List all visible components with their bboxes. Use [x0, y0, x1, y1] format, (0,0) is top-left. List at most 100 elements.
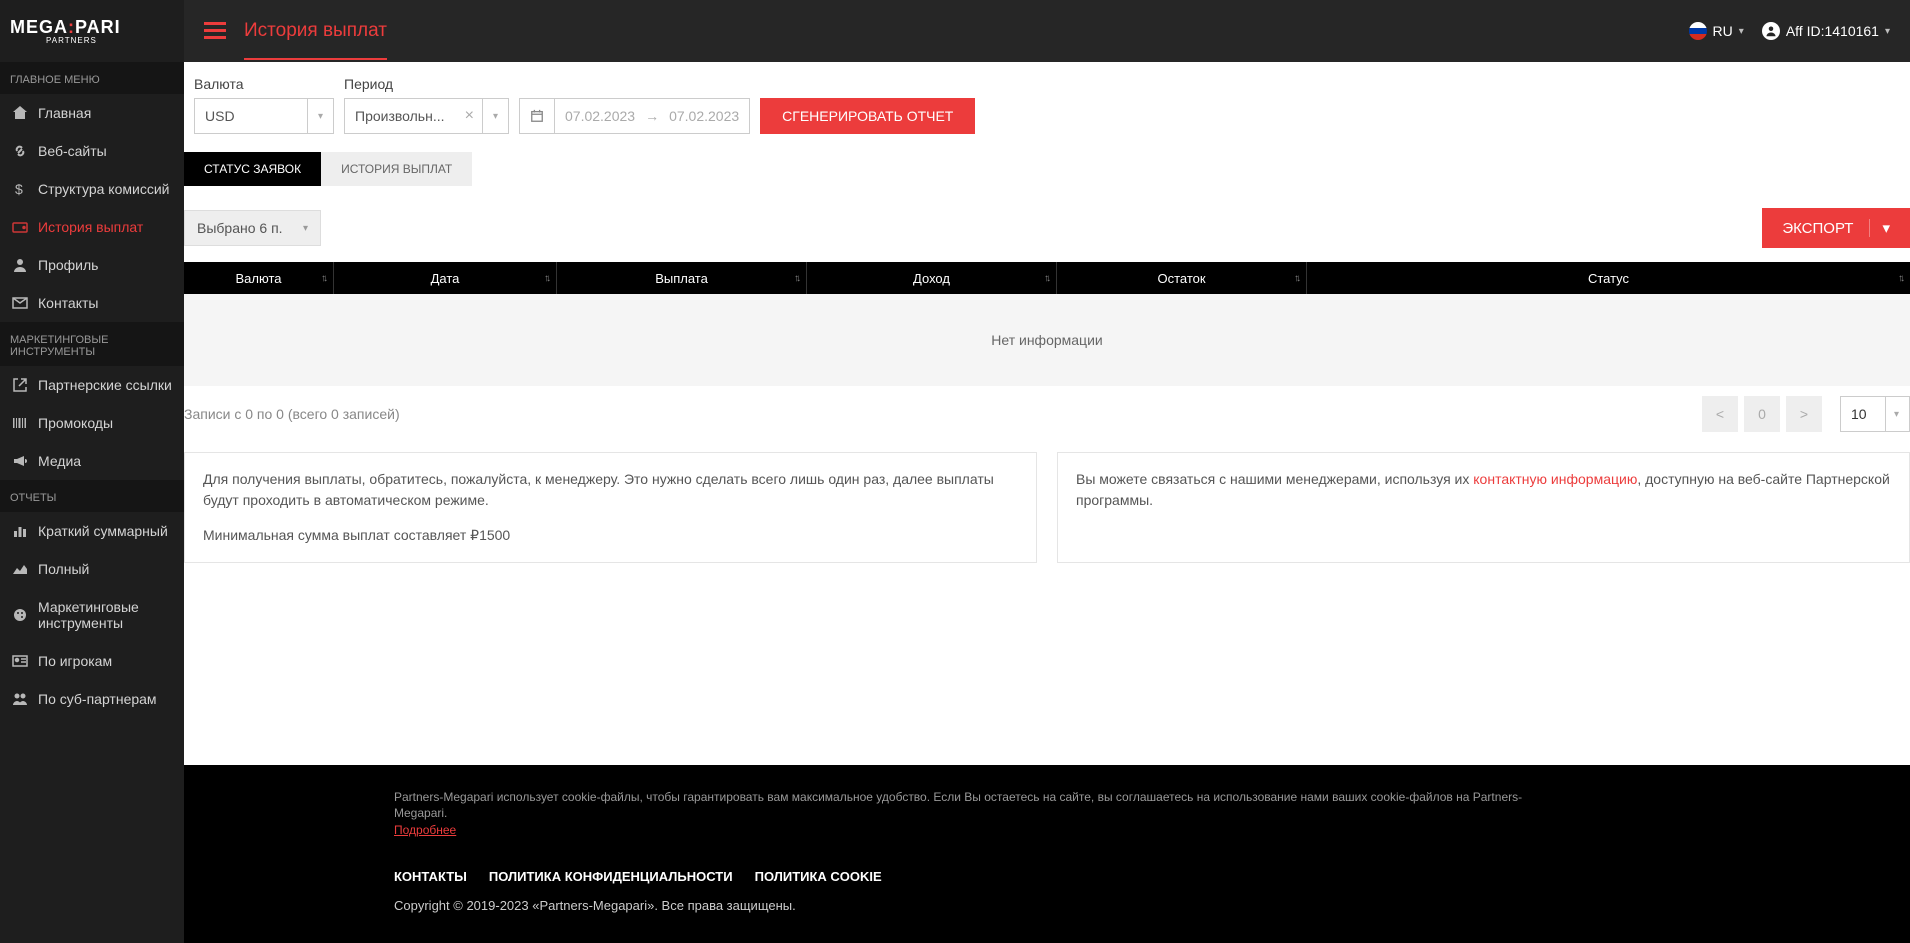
sidebar-item-label: История выплат [38, 219, 143, 235]
id-card-icon [12, 653, 28, 669]
wallet-icon [12, 219, 28, 235]
pagination-info: Записи с 0 по 0 (всего 0 записей) [184, 406, 400, 422]
language-label: RU [1713, 23, 1733, 39]
page-title: История выплат [244, 20, 387, 42]
chevron-down-icon: ▾ [1885, 26, 1890, 37]
sidebar-item-label: Краткий суммарный [38, 523, 168, 539]
sidebar-item-label: Профиль [38, 257, 98, 273]
sort-icon: ↑↓ [1294, 273, 1298, 284]
page-next-button[interactable]: > [1786, 396, 1822, 432]
chevron-down-icon: ▾ [482, 99, 498, 133]
logo[interactable]: MEGA:PARI PARTNERS [0, 0, 184, 62]
sidebar-item-players-report[interactable]: По игрокам [0, 642, 184, 680]
table-header-income[interactable]: Доход↑↓ [807, 262, 1057, 294]
footer-link-cookie-policy[interactable]: ПОЛИТИКА COOKIE [755, 869, 882, 884]
sidebar-item-label: Маркетинговые инструменты [38, 599, 172, 631]
sort-icon: ↑↓ [1898, 273, 1902, 284]
logo-main: MEGA [10, 17, 68, 37]
user-icon [1762, 22, 1780, 40]
info-panel-contact-managers: Вы можете связаться с нашими менеджерами… [1057, 452, 1910, 563]
table-header-date[interactable]: Дата↑↓ [334, 262, 557, 294]
sidebar-item-full-report[interactable]: Полный [0, 550, 184, 588]
home-icon [12, 105, 28, 121]
columns-select[interactable]: Выбрано 6 п. ▾ [184, 210, 321, 246]
page-size-select[interactable]: 10 ▾ [1840, 396, 1910, 432]
link-icon [12, 143, 28, 159]
table-header-balance[interactable]: Остаток↑↓ [1057, 262, 1307, 294]
cookie-notice: Partners-Megapari использует cookie-файл… [394, 789, 1544, 839]
no-data-message: Нет информации [184, 294, 1910, 386]
user-menu[interactable]: Aff ID:1410161 ▾ [1762, 22, 1890, 40]
sidebar-item-marketing-report[interactable]: Маркетинговые инструменты [0, 588, 184, 642]
user-icon [12, 257, 28, 273]
clear-icon[interactable]: × [457, 107, 482, 125]
svg-text:$: $ [15, 181, 23, 197]
sidebar-item-label: Промокоды [38, 415, 113, 431]
footer: Partners-Megapari использует cookie-файл… [184, 765, 1910, 943]
sidebar-item-media[interactable]: Медиа [0, 442, 184, 480]
sidebar-item-payments-history[interactable]: История выплат [0, 208, 184, 246]
sidebar-item-label: Главная [38, 105, 91, 121]
currency-select[interactable]: USD ▾ [194, 98, 334, 134]
sidebar-item-summary-report[interactable]: Краткий суммарный [0, 512, 184, 550]
tab-request-status[interactable]: СТАТУС ЗАЯВОК [184, 152, 321, 186]
barcode-icon [12, 415, 28, 431]
copyright-text: Copyright © 2019-2023 «Partners-Megapari… [394, 898, 1544, 913]
cookie-learn-more-link[interactable]: Подробнее [394, 823, 456, 837]
columns-value: Выбрано 6 п. [197, 220, 283, 236]
logo-rest: PARI [75, 17, 121, 37]
contact-info-link[interactable]: контактную информацию [1473, 471, 1637, 487]
info-text: Вы можете связаться с нашими менеджерами… [1076, 471, 1473, 487]
tab-payment-history[interactable]: ИСТОРИЯ ВЫПЛАТ [321, 152, 472, 186]
sidebar-item-label: Партнерские ссылки [38, 377, 172, 393]
sidebar-item-affiliate-links[interactable]: Партнерские ссылки [0, 366, 184, 404]
date-to: 07.02.2023 [669, 108, 739, 124]
menu-toggle-button[interactable] [204, 22, 226, 40]
info-text: Для получения выплаты, обратитесь, пожал… [203, 469, 1018, 511]
palette-icon [12, 607, 28, 623]
sidebar-item-websites[interactable]: Веб-сайты [0, 132, 184, 170]
menu-section-title: ОТЧЕТЫ [0, 480, 184, 512]
sidebar-item-label: Полный [38, 561, 89, 577]
flag-ru-icon [1689, 22, 1707, 40]
sidebar-item-commission[interactable]: $ Структура комиссий [0, 170, 184, 208]
period-value: Произвольн... [355, 108, 445, 124]
date-from: 07.02.2023 [565, 108, 635, 124]
currency-value: USD [205, 108, 235, 124]
sidebar-item-label: По суб-партнерам [38, 691, 157, 707]
topbar: История выплат RU ▾ Aff ID:1410161 ▾ [184, 0, 1910, 62]
table-header-currency[interactable]: Валюта↑↓ [184, 262, 334, 294]
external-link-icon [12, 377, 28, 393]
footer-link-contacts[interactable]: КОНТАКТЫ [394, 869, 467, 884]
sidebar-item-promocodes[interactable]: Промокоды [0, 404, 184, 442]
menu-section-title: ГЛАВНОЕ МЕНЮ [0, 62, 184, 94]
chevron-down-icon: ▾ [1739, 26, 1744, 37]
sidebar-item-contacts[interactable]: Контакты [0, 284, 184, 322]
calendar-icon [530, 99, 555, 133]
language-selector[interactable]: RU ▾ [1689, 22, 1744, 40]
main-content: История выплат RU ▾ Aff ID:1410161 ▾ [184, 0, 1910, 943]
footer-link-privacy[interactable]: ПОЛИТИКА КОНФИДЕНЦИАЛЬНОСТИ [489, 869, 733, 884]
megaphone-icon [12, 453, 28, 469]
logo-accent: : [68, 17, 75, 37]
page-size-value: 10 [1851, 406, 1867, 422]
sidebar-item-profile[interactable]: Профиль [0, 246, 184, 284]
arrow-right-icon: → [645, 108, 659, 124]
users-icon [12, 691, 28, 707]
chart-bar-icon [12, 523, 28, 539]
page-prev-button[interactable]: < [1702, 396, 1738, 432]
sidebar-item-subpartners-report[interactable]: По суб-партнерам [0, 680, 184, 718]
table-header-payout[interactable]: Выплата↑↓ [557, 262, 807, 294]
sidebar-item-label: По игрокам [38, 653, 112, 669]
period-select[interactable]: Произвольн... × ▾ [344, 98, 509, 134]
generate-report-button[interactable]: СГЕНЕРИРОВАТЬ ОТЧЕТ [760, 98, 975, 134]
sort-icon: ↑↓ [321, 273, 325, 284]
info-panel-payout-instructions: Для получения выплаты, обратитесь, пожал… [184, 452, 1037, 563]
export-button[interactable]: ЭКСПОРТ ▾ [1762, 208, 1910, 248]
sort-icon: ↑↓ [1044, 273, 1048, 284]
sidebar-item-home[interactable]: Главная [0, 94, 184, 132]
sort-icon: ↑↓ [794, 273, 798, 284]
date-range-picker[interactable]: 07.02.2023 → 07.02.2023 [519, 98, 750, 134]
table-header-status[interactable]: Статус↑↓ [1307, 262, 1910, 294]
menu-section-title: МАРКЕТИНГОВЫЕ ИНСТРУМЕНТЫ [0, 322, 184, 366]
